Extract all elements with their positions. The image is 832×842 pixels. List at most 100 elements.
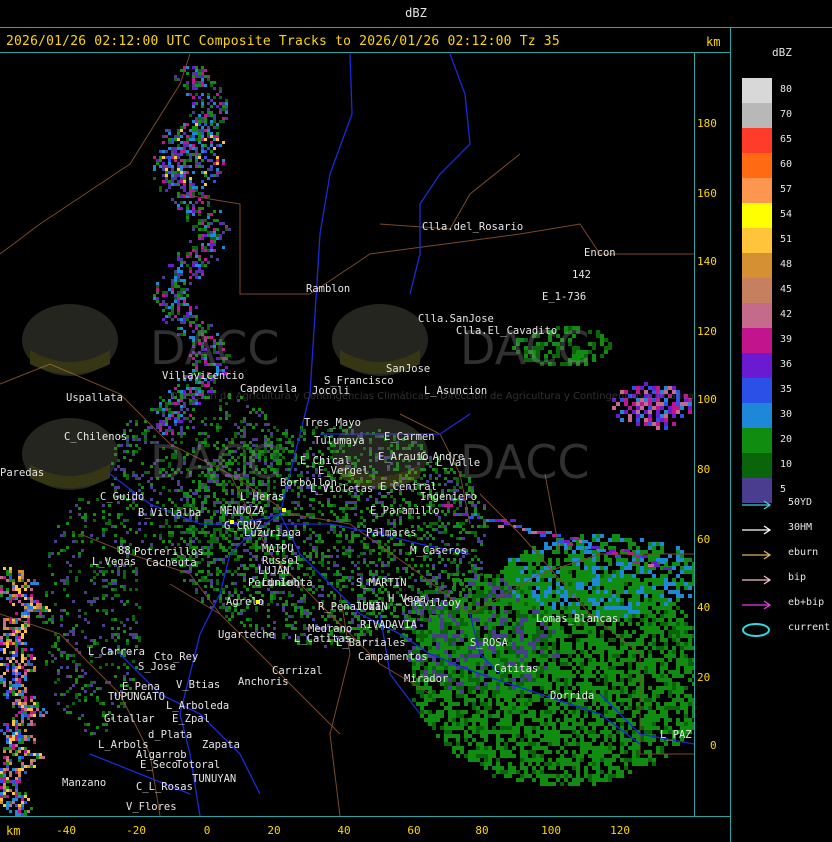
place-label: Anchoris [238, 676, 289, 688]
place-label: Totoral [176, 759, 220, 771]
place-label: V_Flores [126, 801, 177, 813]
place-label: Lomas_Blancas [536, 613, 618, 625]
radar-window: dBZ 2026/01/26 02:12:00 UTC Composite Tr… [0, 0, 832, 842]
composite-header: 2026/01/26 02:12:00 UTC Composite Tracks… [6, 34, 560, 49]
legend-swatch [742, 228, 772, 253]
x-tick-label: -20 [126, 824, 146, 837]
legend-value: 80 [780, 84, 793, 95]
x-tick-label: 20 [267, 824, 281, 837]
legend-title: dBZ [772, 46, 792, 59]
track-legend-item: 50YD [740, 497, 830, 511]
place-label: MAIPU [262, 543, 294, 555]
city-marker [256, 600, 260, 604]
place-label: Encon [584, 247, 616, 259]
legend-swatch [742, 153, 772, 178]
place-label: TUNUYAN [192, 773, 236, 785]
header-divider [0, 52, 730, 53]
place-label: SanJose [386, 363, 430, 375]
place-label: L_Valle [436, 457, 480, 469]
track-label: eb+bip [788, 597, 825, 608]
legend-value: 36 [780, 359, 793, 370]
place-label: L_PAZ [660, 729, 692, 741]
legend-swatch [742, 403, 772, 428]
place-label: Tres_Mayo [304, 417, 361, 429]
legend-panel: dBZ 80 70 65 60 57 54 51 48 45 42 39 36 35 30 20 10 5 50… [732, 30, 832, 842]
place-label: L_Barriales [336, 637, 406, 649]
legend-value: 5 [780, 484, 787, 495]
place-label: L_Heras [240, 491, 284, 503]
place-label: d_Plata [148, 729, 192, 741]
place-label: L_Arboleda [166, 700, 229, 712]
place-label: S_MARTIN [356, 577, 407, 589]
track-label: 30HM [788, 522, 813, 533]
place-label: Clla.El_Cavadito [456, 325, 557, 337]
unit-label-top: km [706, 35, 721, 49]
place-label: Tulumaya [314, 435, 365, 447]
track-label: bip [788, 572, 807, 583]
place-label: Jocoli [312, 385, 350, 397]
x-tick-label: 100 [541, 824, 561, 837]
place-label: Clla.SanJose [418, 313, 494, 325]
legend-value: 65 [780, 134, 793, 145]
y-tick-label: 100 [697, 393, 717, 406]
x-tick-label: 120 [610, 824, 630, 837]
y-tick-label: 40 [697, 601, 711, 614]
place-label: Clla.del_Rosario [422, 221, 523, 233]
legend-swatch [742, 428, 772, 453]
place-label: Gltallar [104, 713, 155, 725]
place-label: Uspallata [66, 392, 123, 404]
legend-swatch [742, 453, 772, 478]
legend-value: 45 [780, 284, 793, 295]
place-label: C_Guido [100, 491, 144, 503]
place-label: Villavicencio [162, 370, 244, 382]
place-label: TUPUNGATO [108, 691, 165, 703]
legend-value: 51 [780, 234, 793, 245]
arrow-right-icon [742, 525, 772, 535]
legend-divider [730, 27, 731, 842]
y-tick-label: 20 [697, 671, 711, 684]
place-label: RIVADAVIA [360, 619, 418, 631]
place-label: Dorrida [550, 690, 594, 702]
radar-map[interactable]: DACC DACC DACC DACC Dirección de Agricul… [0, 54, 694, 816]
y-tick-label: 120 [697, 325, 717, 338]
legend-value: 35 [780, 384, 793, 395]
place-label: LUJAN [258, 565, 290, 577]
y-tick-label: 180 [697, 117, 717, 130]
arrow-right-icon [742, 600, 772, 610]
legend-swatch [742, 303, 772, 328]
place-label: B_Villalba [138, 507, 201, 519]
place-label: Capdevila [240, 383, 297, 395]
place-label: Cacheuta [146, 557, 197, 569]
arrow-right-icon [742, 550, 772, 560]
place-label: E_Zpal [172, 713, 210, 725]
track-label: 50YD [788, 497, 813, 508]
legend-value: 70 [780, 109, 793, 120]
place-label: E_1-736 [542, 291, 586, 303]
place-label: E_Seco [140, 759, 178, 771]
x-tick-label: 60 [407, 824, 421, 837]
map-right-border [694, 52, 695, 816]
place-label: M_Caseros [410, 545, 467, 557]
place-label: Mirador [404, 673, 448, 685]
legend-value: 10 [780, 459, 793, 470]
place-label: S_ROSA [470, 637, 509, 649]
legend-swatch [742, 253, 772, 278]
legend-swatch [742, 203, 772, 228]
legend-swatch [742, 378, 772, 403]
place-label: E_Carmen [384, 431, 435, 443]
track-legend-item: current [740, 622, 830, 637]
place-label: L_Asuncion [424, 385, 487, 397]
arrow-right-icon [742, 575, 772, 585]
track-legend-item: eb+bip [740, 597, 830, 611]
x-tick-label: 0 [203, 824, 211, 837]
x-tick-label: 40 [337, 824, 351, 837]
legend-swatch [742, 103, 772, 128]
legend-swatch [742, 328, 772, 353]
place-label: Ugarteche [218, 629, 275, 641]
city-marker [282, 508, 286, 512]
track-legend-item: bip [740, 572, 830, 586]
map-bottom-divider [0, 816, 730, 817]
place-label: L_Vegas [92, 556, 136, 568]
arrow-right-icon [742, 500, 772, 510]
map-canvas: DACC DACC DACC DACC Dirección de Agricul… [0, 54, 694, 816]
